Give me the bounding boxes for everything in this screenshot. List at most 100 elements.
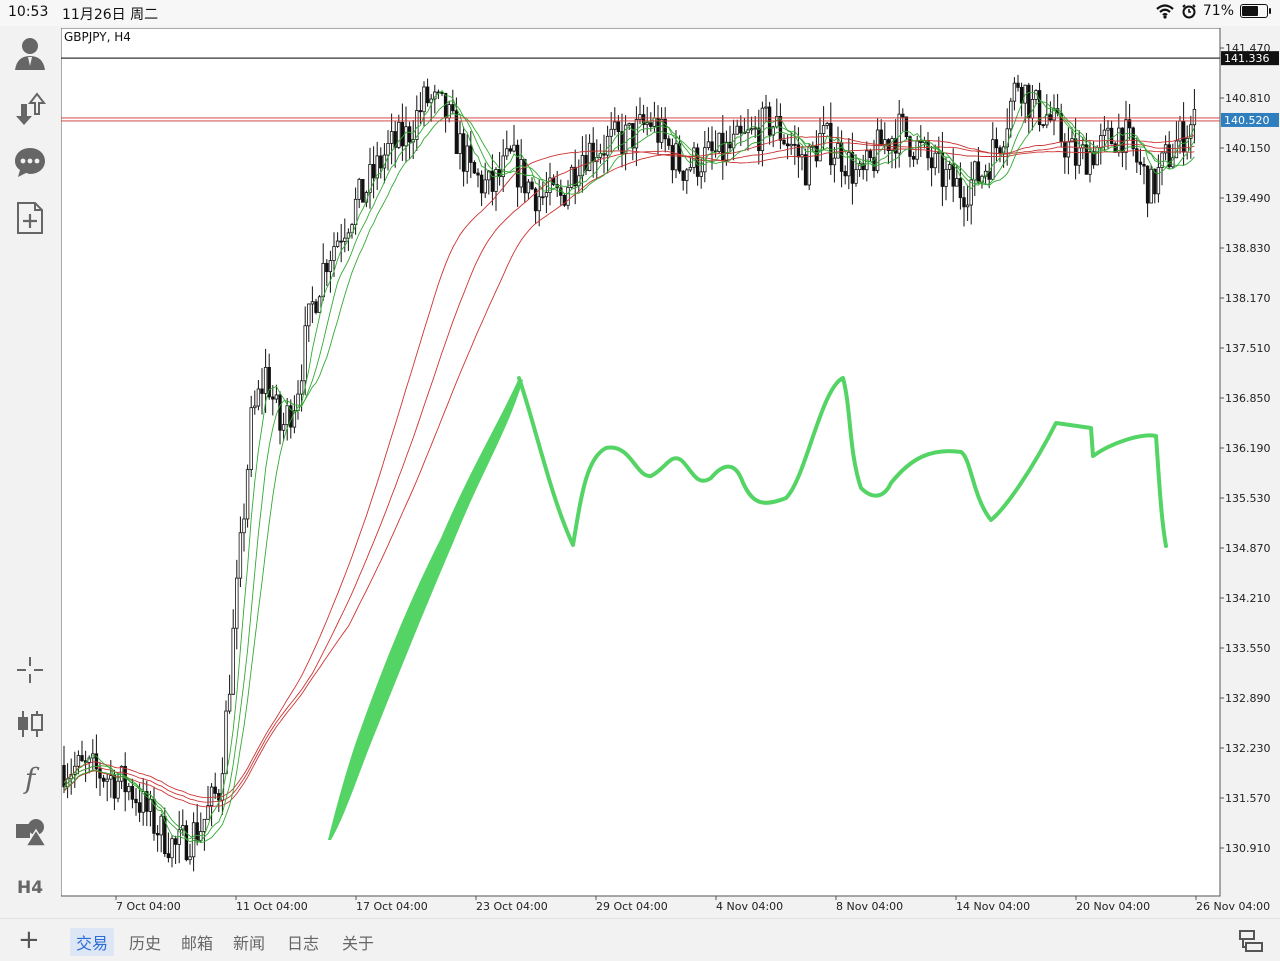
status-date: 11月26日 周二 bbox=[62, 7, 159, 23]
tab-news[interactable]: 新闻 bbox=[233, 930, 265, 954]
candle-body bbox=[166, 853, 171, 859]
time-label: 23 Oct 04:00 bbox=[476, 900, 548, 913]
candle-body bbox=[688, 166, 693, 171]
candle-body bbox=[357, 178, 361, 200]
status-time: 10:53 bbox=[8, 4, 49, 20]
time-label: 8 Nov 04:00 bbox=[836, 900, 903, 913]
candle-body bbox=[335, 240, 340, 247]
time-label: 14 Nov 04:00 bbox=[956, 900, 1030, 913]
candle-body bbox=[130, 786, 135, 800]
candle-body bbox=[933, 152, 937, 169]
price-label: 131.570 bbox=[1225, 792, 1271, 805]
candle-body bbox=[235, 577, 239, 629]
candle-body bbox=[397, 121, 401, 148]
candle-body bbox=[508, 148, 513, 152]
candle-body bbox=[901, 113, 905, 118]
time-label: 11 Oct 04:00 bbox=[236, 900, 308, 913]
candle-body bbox=[649, 122, 653, 127]
candle-body bbox=[213, 786, 217, 794]
candle-body bbox=[947, 164, 952, 170]
candle-body bbox=[627, 123, 631, 126]
tab-about[interactable]: 关于 bbox=[342, 930, 374, 954]
candle-body bbox=[926, 140, 930, 159]
candle-body bbox=[458, 133, 462, 155]
candle-body bbox=[512, 144, 516, 152]
candle-body bbox=[951, 164, 955, 187]
candle-body bbox=[256, 388, 261, 407]
price-label: 133.550 bbox=[1225, 642, 1271, 655]
candle-body bbox=[159, 815, 163, 836]
candle-body bbox=[483, 179, 487, 194]
candle-body bbox=[652, 117, 657, 127]
candle-body bbox=[821, 125, 826, 134]
new-document-icon[interactable] bbox=[10, 198, 50, 238]
current-price-label: 140.520 bbox=[1224, 114, 1270, 127]
trade-icon[interactable] bbox=[10, 88, 50, 128]
time-label: 4 Nov 04:00 bbox=[716, 900, 783, 913]
candle-body bbox=[616, 121, 621, 133]
chart-area[interactable]: 141.336 140.520 141.470 140.810 140.150 139.… bbox=[60, 27, 1280, 916]
account-icon[interactable] bbox=[10, 34, 50, 74]
candle-body bbox=[955, 178, 959, 187]
candle-body bbox=[566, 187, 570, 206]
candle-body bbox=[1095, 147, 1099, 166]
candle-body bbox=[1027, 84, 1031, 119]
candle-body bbox=[793, 143, 797, 146]
candle-body bbox=[544, 192, 549, 198]
objects-icon[interactable] bbox=[10, 812, 50, 852]
tab-journal[interactable]: 日志 bbox=[287, 930, 319, 954]
candle-body bbox=[227, 693, 232, 712]
candle-body bbox=[112, 775, 117, 799]
candle-body bbox=[80, 755, 84, 762]
candle-body bbox=[62, 765, 66, 788]
candle-body bbox=[1041, 124, 1045, 127]
candle-body bbox=[281, 424, 286, 431]
price-label: 136.850 bbox=[1225, 392, 1271, 405]
battery-icon bbox=[1240, 4, 1271, 18]
candle-body bbox=[721, 132, 725, 162]
chat-icon[interactable] bbox=[10, 142, 50, 182]
candle-body bbox=[1178, 120, 1182, 142]
candle-body bbox=[339, 240, 343, 243]
candle-body bbox=[343, 237, 347, 242]
candle-body bbox=[1106, 127, 1110, 131]
candle-body bbox=[904, 116, 909, 138]
candle-body bbox=[609, 128, 613, 137]
status-bar: 10:53 11月26日 周二 71% bbox=[0, 0, 1280, 26]
candle-body bbox=[206, 805, 210, 820]
candle-body bbox=[1077, 147, 1081, 166]
candle-body bbox=[631, 123, 635, 149]
candle-body bbox=[911, 156, 916, 160]
candle-body bbox=[602, 153, 606, 156]
candle-body bbox=[195, 822, 199, 841]
tab-trade[interactable]: 交易 bbox=[70, 928, 115, 956]
layout-icon[interactable] bbox=[1238, 929, 1264, 953]
candle-body bbox=[260, 388, 264, 394]
candle-body bbox=[832, 157, 837, 166]
candle-body bbox=[400, 121, 405, 147]
price-chart[interactable]: 141.336140.520 141.470140.810140.150139.… bbox=[60, 27, 1280, 916]
indicator-icon[interactable]: f bbox=[10, 758, 50, 798]
candle-body bbox=[764, 106, 768, 109]
tab-mailbox[interactable]: 邮箱 bbox=[181, 930, 213, 954]
candle-body bbox=[785, 143, 790, 147]
crosshair-icon[interactable] bbox=[10, 650, 50, 690]
candle-body bbox=[1012, 82, 1017, 102]
candlestick-icon[interactable] bbox=[10, 704, 50, 744]
candle-body bbox=[868, 150, 873, 158]
candle-body bbox=[242, 518, 246, 534]
candle-body bbox=[958, 178, 963, 199]
candle-body bbox=[836, 143, 840, 159]
candle-body bbox=[123, 765, 127, 793]
add-icon[interactable]: + bbox=[18, 927, 40, 953]
candle-body bbox=[328, 260, 333, 273]
price-label: 140.150 bbox=[1225, 142, 1271, 155]
candle-body bbox=[789, 143, 793, 147]
candle-body bbox=[425, 86, 430, 104]
tab-history[interactable]: 历史 bbox=[129, 930, 161, 954]
candle-body bbox=[667, 138, 671, 146]
timeframe-button[interactable]: H4 bbox=[10, 868, 50, 908]
candle-body bbox=[1066, 141, 1071, 158]
candle-body bbox=[1063, 141, 1067, 158]
candle-body bbox=[818, 133, 822, 162]
